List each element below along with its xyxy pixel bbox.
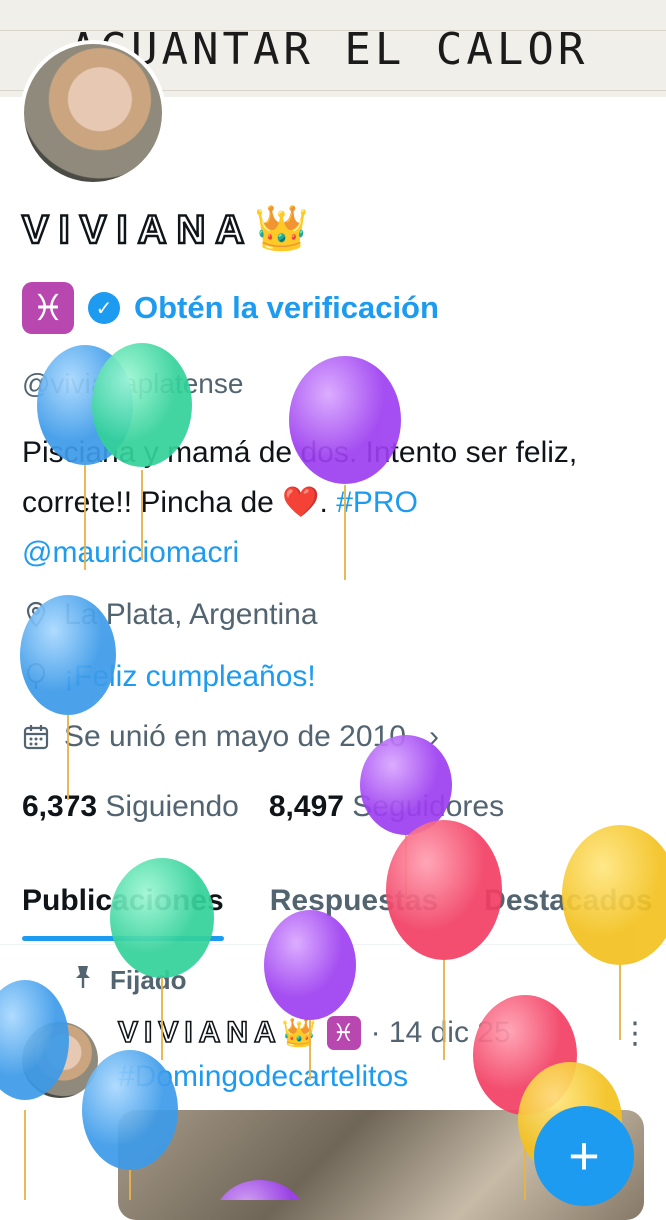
location-row: La Plata, Argentina — [22, 598, 318, 632]
more-icon[interactable]: ⋮ — [620, 1016, 650, 1051]
post-author-name: VIVIANA — [117, 1015, 282, 1050]
pinned-label-row: Fijado — [72, 964, 187, 997]
post-hashtag[interactable]: #Domingodecartelitos — [118, 1060, 408, 1094]
profile-tabs: Publicaciones Respuestas Destacados — [22, 884, 653, 941]
followers-label: Seguidores — [352, 790, 505, 823]
birthday-row: ¡Feliz cumpleaños! — [22, 660, 316, 694]
get-verified-link[interactable]: Obtén la verificación — [134, 290, 439, 326]
pinned-label: Fijado — [110, 965, 187, 995]
following-count: 6,373 — [22, 790, 98, 823]
location-icon — [22, 601, 50, 629]
mention-link[interactable]: @mauriciomacri — [22, 536, 239, 569]
profile-avatar[interactable] — [20, 40, 166, 186]
following-link[interactable]: 6,373 Siguiendo — [22, 790, 239, 824]
bio-period: . — [319, 486, 328, 519]
heart-icon: ❤️ — [282, 486, 320, 519]
joined-row[interactable]: Se unió en mayo de 2010 › — [22, 720, 448, 754]
pin-icon — [72, 964, 94, 997]
verification-row: ♓ ✓ Obtén la verificación — [22, 282, 439, 334]
tab-respuestas[interactable]: Respuestas — [270, 884, 438, 918]
post-avatar[interactable] — [22, 1022, 98, 1098]
post-author[interactable]: VIVIANA👑 — [117, 1015, 317, 1050]
post-date[interactable]: · 14 dic 25 — [371, 1016, 511, 1050]
joined-text: Se unió en mayo de 2010 — [64, 720, 406, 753]
location-text: La Plata, Argentina — [64, 598, 318, 631]
pisces-icon: ♓ — [22, 282, 74, 334]
profile-handle: @vivianaplatense — [22, 368, 244, 399]
tabs-divider — [0, 944, 666, 945]
crown-icon: 👑 — [254, 204, 310, 253]
birthday-link[interactable]: ¡Feliz cumpleaños! — [64, 660, 316, 694]
chevron-right-icon: › — [428, 720, 439, 753]
balloon-icon — [562, 825, 666, 1040]
following-label: Siguiendo — [105, 790, 239, 823]
crown-icon: 👑 — [281, 1017, 317, 1048]
balloon-icon — [22, 663, 50, 691]
post-header: VIVIANA👑 ♓ · 14 dic 25 — [117, 1015, 511, 1050]
calendar-icon — [22, 723, 50, 751]
tab-destacados[interactable]: Destacados — [484, 884, 652, 918]
verified-check-icon: ✓ — [88, 292, 120, 324]
tab-publicaciones[interactable]: Publicaciones — [22, 884, 224, 941]
followers-link[interactable]: 8,497 Seguidores — [269, 790, 504, 824]
pisces-icon: ♓ — [326, 1016, 361, 1050]
balloon-icon — [264, 910, 356, 1080]
display-name: VIVIANA👑 — [21, 202, 310, 254]
hashtag-link[interactable]: #PRO — [336, 486, 418, 519]
followers-count: 8,497 — [268, 790, 344, 823]
follow-stats: 6,373 Siguiendo 8,497 Seguidores — [22, 790, 504, 824]
profile-bio: Pisciana y mamá de dos. Intento ser feli… — [22, 428, 642, 578]
display-name-text: VIVIANA — [21, 207, 255, 254]
compose-button[interactable]: + — [534, 1106, 634, 1206]
